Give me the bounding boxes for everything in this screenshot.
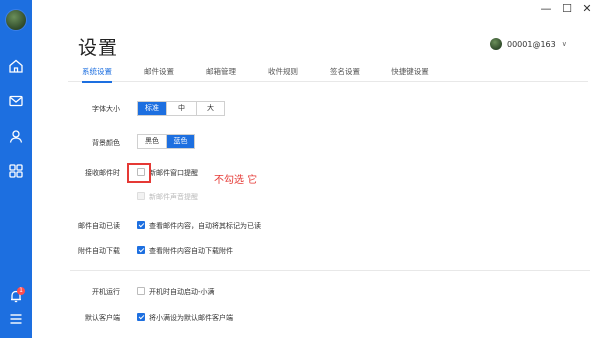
chevron-down-icon: ∨ [561,40,567,48]
auto-read-text: 查看邮件内容，自动将其标记为已读 [149,222,261,230]
font-size-option-large[interactable]: 大 [196,102,224,115]
popup-reminder-text: 新邮件窗口提醒 [149,169,198,177]
auto-download-text: 查看附件内容自动下载附件 [149,247,233,255]
bg-color-label: 背景颜色 [92,139,120,147]
page-title: 设置 [78,37,119,59]
annotation-text: 不勾选 它 [214,175,258,186]
font-size-option-standard[interactable]: 标准 [138,102,166,115]
tab-mail-settings[interactable]: 邮件设置 [144,66,174,82]
auto-download-checkbox[interactable] [137,246,145,254]
annotation-highlight-box [127,163,151,183]
notification-badge: 1 [17,287,25,295]
contacts-icon[interactable] [8,128,24,144]
account-switcher[interactable]: 00001@163 ∨ [490,38,567,50]
close-button[interactable]: ✕ [578,2,596,15]
default-client-checkbox[interactable] [137,313,145,321]
tab-signature-settings[interactable]: 签名设置 [330,66,360,82]
mail-icon[interactable] [8,93,24,109]
auto-read-checkbox[interactable] [137,221,145,229]
account-name: 00001@163 [507,39,556,49]
maximize-button[interactable]: ☐ [558,2,576,15]
tab-shortcut-settings[interactable]: 快捷键设置 [390,66,430,82]
bg-color-option-blue[interactable]: 蓝色 [166,135,194,148]
tab-mailbox-management[interactable]: 邮箱管理 [206,66,236,82]
sound-reminder-text: 新邮件声音提醒 [149,193,198,201]
menu-icon[interactable] [8,311,24,327]
font-size-option-medium[interactable]: 中 [166,102,196,115]
auto-download-label: 附件自动下载 [78,247,120,255]
bg-color-selector: 黑色 蓝色 [137,134,195,149]
tab-system-settings[interactable]: 系统设置 [82,66,112,83]
startup-label: 开机运行 [92,288,120,296]
default-client-text: 将小满设为默认邮件客户端 [149,314,233,322]
sound-reminder-checkbox[interactable] [137,192,145,200]
startup-text: 开机时自动启动-小满 [149,288,215,296]
auto-read-label: 邮件自动已读 [78,222,120,230]
font-size-selector: 标准 中 大 [137,101,225,116]
minimize-button[interactable]: — [537,2,555,15]
app-window: 1 — ☐ ✕ 设置 00001@163 ∨ 系统设置 邮件设置 邮箱管理 收件… [0,0,600,338]
home-icon[interactable] [8,58,24,74]
sidebar: 1 [0,0,32,338]
receive-mail-label: 接收邮件时 [85,169,120,177]
apps-icon[interactable] [8,163,24,179]
default-client-label: 默认客户端 [85,314,120,322]
account-avatar [490,38,502,50]
startup-checkbox[interactable] [137,287,145,295]
settings-tabs: 系统设置 邮件设置 邮箱管理 收件规则 签名设置 快捷键设置 [68,66,588,83]
user-avatar[interactable] [5,9,27,31]
bg-color-option-black[interactable]: 黑色 [138,135,166,148]
font-size-label: 字体大小 [92,105,120,113]
tab-inbox-rules[interactable]: 收件规则 [268,66,298,82]
section-divider [70,270,590,271]
